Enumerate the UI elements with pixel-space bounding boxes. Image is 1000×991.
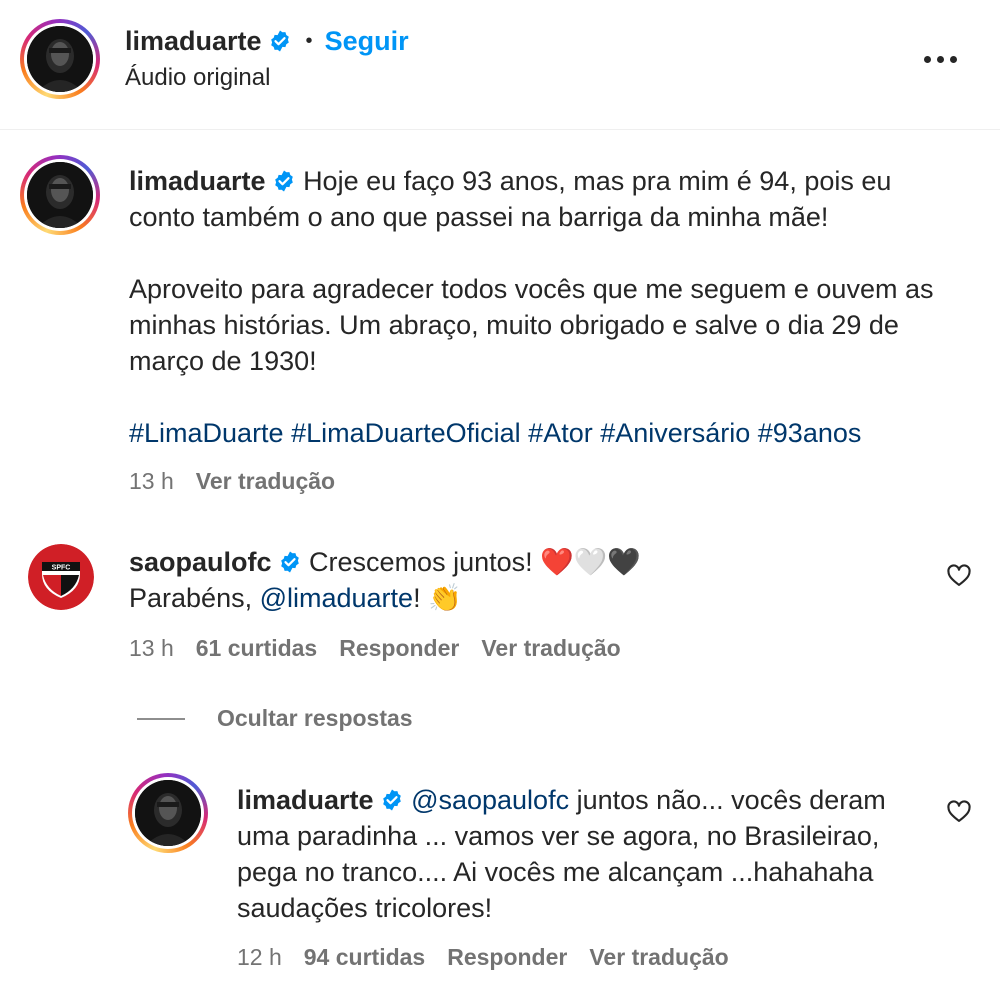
- reply-time[interactable]: 12 h: [237, 944, 282, 970]
- caption-avatar[interactable]: [20, 155, 100, 235]
- reply-mention[interactable]: @saopaulofc: [411, 785, 569, 815]
- header-username[interactable]: limaduarte: [125, 26, 262, 56]
- comment-reply-button[interactable]: Responder: [339, 635, 459, 661]
- more-options-icon[interactable]: [924, 44, 964, 74]
- like-heart-icon[interactable]: [945, 561, 973, 589]
- caption-translate-button[interactable]: Ver tradução: [196, 468, 335, 494]
- reply-likes[interactable]: 94 curtidas: [304, 944, 425, 970]
- caption-username[interactable]: limaduarte: [129, 166, 266, 196]
- verified-badge-icon: [272, 169, 296, 193]
- comment-text-line2-prefix: Parabéns,: [129, 583, 260, 613]
- spfc-logo-icon: SPFC: [28, 544, 94, 610]
- caption-hashtags[interactable]: #LimaDuarte #LimaDuarteOficial #Ator #An…: [129, 415, 959, 451]
- header-avatar[interactable]: [20, 19, 100, 99]
- separator-dot: •: [305, 30, 313, 52]
- profile-photo-icon: [27, 162, 93, 228]
- comment-mention[interactable]: @limaduarte: [260, 583, 413, 613]
- comment-username[interactable]: saopaulofc: [129, 547, 272, 577]
- verified-badge-icon: [268, 29, 292, 53]
- like-heart-icon[interactable]: [945, 797, 973, 825]
- replies-divider: [137, 718, 185, 720]
- comment-text: Crescemos juntos! ❤️🤍🖤: [309, 547, 641, 577]
- verified-badge-icon: [278, 550, 302, 574]
- reply-translate-button[interactable]: Ver tradução: [589, 944, 728, 970]
- comment-likes[interactable]: 61 curtidas: [196, 635, 317, 661]
- comment-translate-button[interactable]: Ver tradução: [481, 635, 620, 661]
- profile-photo-icon: [135, 780, 201, 846]
- caption-time[interactable]: 13 h: [129, 468, 174, 494]
- verified-badge-icon: [380, 788, 404, 812]
- reply-avatar[interactable]: [128, 773, 208, 853]
- audio-link[interactable]: Áudio original: [125, 62, 270, 94]
- comment-text-line2-suffix: ! 👏: [413, 583, 462, 613]
- spfc-logo-text: SPFC: [52, 565, 71, 572]
- follow-button[interactable]: Seguir: [325, 26, 409, 56]
- post-header: limaduarte • Seguir Áudio original: [0, 0, 1000, 130]
- reply-username[interactable]: limaduarte: [237, 785, 374, 815]
- profile-photo-icon: [27, 26, 93, 92]
- reply-reply-button[interactable]: Responder: [447, 944, 567, 970]
- comment-time[interactable]: 13 h: [129, 635, 174, 661]
- hide-replies-button[interactable]: Ocultar respostas: [217, 703, 413, 733]
- caption-text-2: Aproveito para agradecer todos vocês que…: [129, 274, 934, 376]
- comment-avatar[interactable]: SPFC: [28, 544, 94, 610]
